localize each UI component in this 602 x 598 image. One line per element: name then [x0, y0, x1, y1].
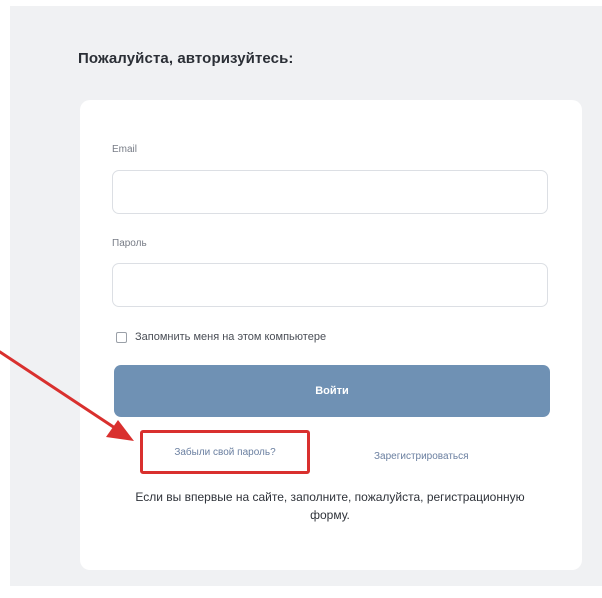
remember-me-checkbox[interactable]: [116, 331, 127, 343]
email-input[interactable]: [112, 170, 548, 214]
forgot-password-link[interactable]: Забыли свой пароль?: [174, 447, 275, 458]
remember-me-label: Запомнить меня на этом компьютере: [135, 331, 327, 343]
password-label: Пароль: [112, 238, 147, 249]
login-page: Пожалуйста, авторизуйтесь: Email Пароль …: [0, 0, 602, 598]
remember-me-row[interactable]: Запомнить меня на этом компьютере: [116, 331, 326, 343]
login-button[interactable]: Войти: [114, 365, 550, 417]
password-input[interactable]: [112, 263, 548, 307]
email-label: Email: [112, 144, 138, 155]
forgot-password-highlight-box: Забыли свой пароль?: [140, 430, 310, 474]
page-title: Пожалуйста, авторизуйтесь:: [78, 50, 294, 67]
registration-hint: Если вы впервые на сайте, заполните, пож…: [135, 490, 525, 522]
register-link[interactable]: Зарегистрироваться: [374, 451, 469, 462]
